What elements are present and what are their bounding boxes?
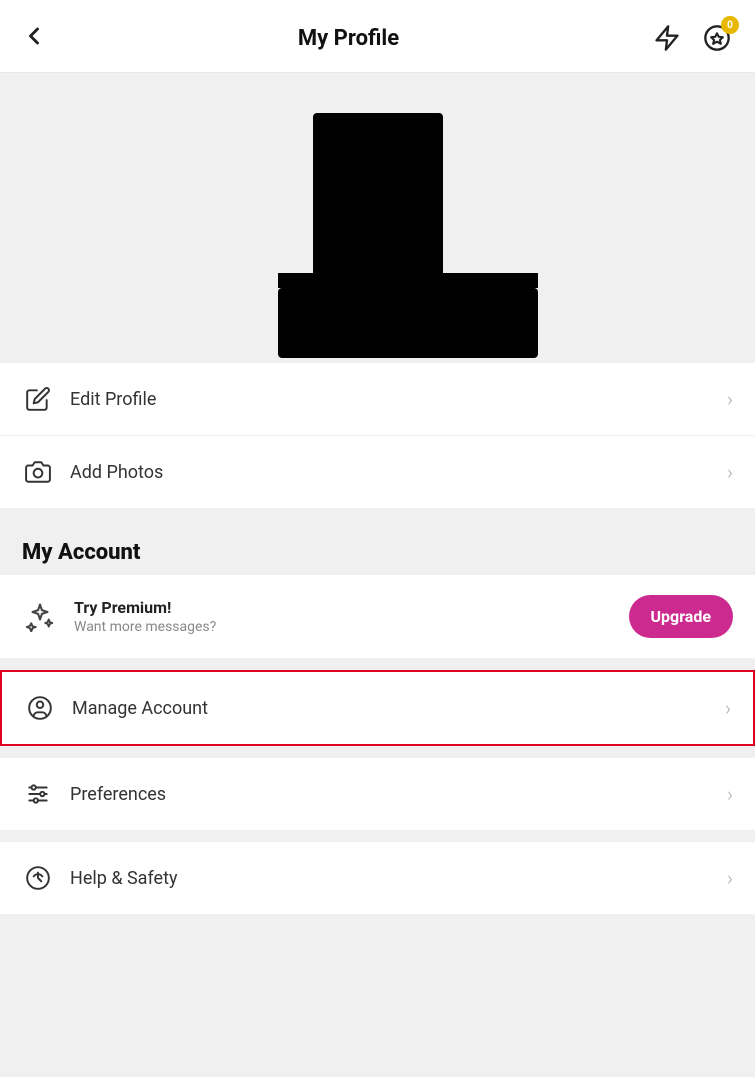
premium-title: Try Premium! — [74, 598, 629, 617]
premium-banner: Try Premium! Want more messages? Upgrade — [0, 575, 755, 658]
edit-profile-item[interactable]: Edit Profile › — [0, 363, 755, 436]
pencil-icon — [22, 383, 54, 415]
lightning-button[interactable] — [649, 20, 685, 56]
shield-circle-icon — [22, 862, 54, 894]
edit-profile-chevron: › — [727, 387, 733, 411]
avatar — [278, 113, 478, 333]
profile-menu-section: Edit Profile › Add Photos › — [0, 363, 755, 508]
manage-account-item[interactable]: Manage Account › — [2, 672, 753, 744]
edit-profile-label: Edit Profile — [70, 389, 727, 410]
sparkle-icon — [22, 599, 58, 635]
star-button[interactable]: 0 — [699, 20, 735, 56]
help-safety-item[interactable]: Help & Safety › — [0, 842, 755, 914]
preferences-item[interactable]: Preferences › — [0, 758, 755, 830]
page-title: My Profile — [298, 26, 399, 51]
premium-text: Try Premium! Want more messages? — [74, 598, 629, 635]
camera-icon — [22, 456, 54, 488]
profile-avatar-section — [0, 73, 755, 363]
manage-account-label: Manage Account — [72, 698, 725, 719]
add-photos-item[interactable]: Add Photos › — [0, 436, 755, 508]
manage-account-section: Manage Account › — [0, 670, 755, 746]
preferences-section: Preferences › — [0, 758, 755, 830]
manage-account-chevron: › — [725, 696, 731, 720]
upgrade-button[interactable]: Upgrade — [629, 595, 734, 638]
preferences-chevron: › — [727, 782, 733, 806]
phone-container: My Profile 0 — [0, 0, 755, 1077]
premium-subtitle: Want more messages? — [74, 619, 629, 635]
add-photos-label: Add Photos — [70, 462, 727, 483]
help-safety-label: Help & Safety — [70, 868, 727, 889]
back-button[interactable] — [20, 22, 48, 55]
person-circle-icon — [24, 692, 56, 724]
account-section-title: My Account — [22, 540, 140, 565]
header: My Profile 0 — [0, 0, 755, 73]
notification-badge: 0 — [721, 16, 739, 34]
preferences-label: Preferences — [70, 784, 727, 805]
help-safety-chevron: › — [727, 866, 733, 890]
add-photos-chevron: › — [727, 460, 733, 484]
sliders-icon — [22, 778, 54, 810]
header-icons: 0 — [649, 20, 735, 56]
account-section-header: My Account — [0, 520, 755, 575]
help-safety-section: Help & Safety › — [0, 842, 755, 914]
